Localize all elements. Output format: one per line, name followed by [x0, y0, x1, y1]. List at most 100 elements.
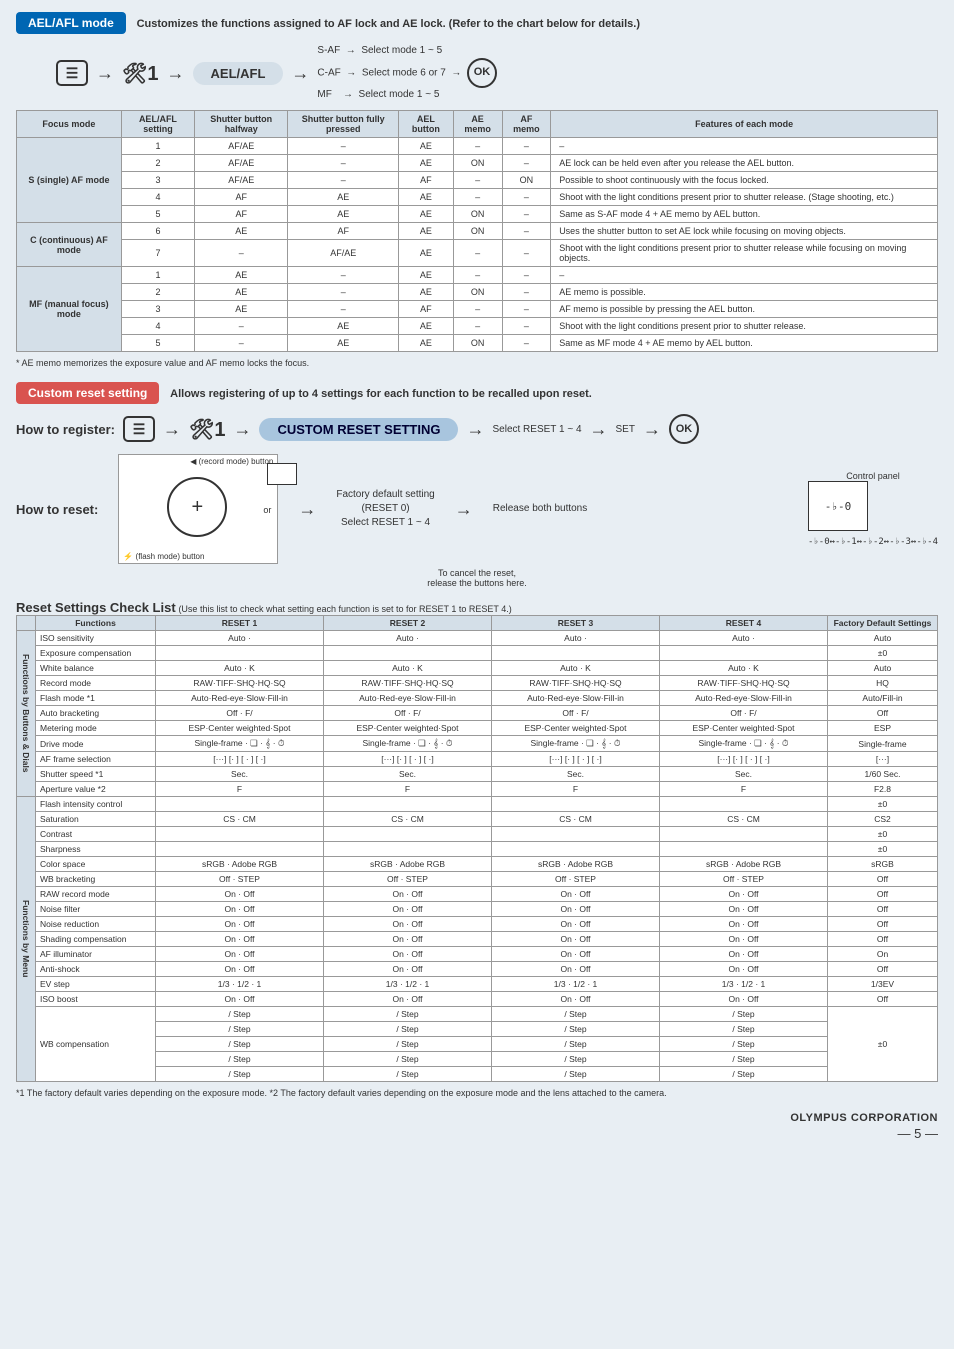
default-cell: 1/60 Sec. — [828, 767, 938, 782]
hdr-half: Shutter button halfway — [195, 111, 288, 138]
ael-cell: ON — [502, 172, 551, 189]
default-cell: ±0 — [828, 1007, 938, 1082]
reset-cell: On · Off — [660, 932, 828, 947]
reset-cell: On · Off — [492, 947, 660, 962]
menu-icon: ☰ — [123, 416, 155, 442]
func-cell: Shading compensation — [36, 932, 156, 947]
reset-cell: On · Off — [324, 932, 492, 947]
reset-cell: RAW·TIFF·SHQ·HQ·SQ — [324, 676, 492, 691]
reset-cell: ESP·Center weighted·Spot — [492, 721, 660, 736]
reset-cell: Off · F/ — [492, 706, 660, 721]
reset-cell: / Step — [660, 1067, 828, 1082]
ael-cell: – — [502, 318, 551, 335]
reset-cell: Off · F/ — [324, 706, 492, 721]
func-cell: Saturation — [36, 812, 156, 827]
reset-cell: On · Off — [324, 962, 492, 977]
reset-cell: sRGB · Adobe RGB — [324, 857, 492, 872]
reset-cell: On · Off — [660, 917, 828, 932]
features-cell: Shoot with the light conditions present … — [551, 189, 938, 206]
ael-cell: AF/AE — [195, 172, 288, 189]
reset-cell: / Step — [492, 1052, 660, 1067]
ael-cell: 3 — [121, 301, 194, 318]
ael-cell: AE — [195, 223, 288, 240]
ael-pill: AEL/AFL — [193, 62, 284, 85]
ael-cell: ON — [453, 223, 502, 240]
reset-cell: Off · STEP — [492, 872, 660, 887]
reset-cell: RAW·TIFF·SHQ·HQ·SQ — [156, 676, 324, 691]
reset-cell: On · Off — [492, 932, 660, 947]
features-cell: – — [551, 138, 938, 155]
default-cell: ±0 — [828, 797, 938, 812]
reset-cell: / Step — [660, 1022, 828, 1037]
reset-cell — [324, 827, 492, 842]
reset-cell: CS · CM — [156, 812, 324, 827]
reset-cell: RAW·TIFF·SHQ·HQ·SQ — [492, 676, 660, 691]
ael-cell: 6 — [121, 223, 194, 240]
reset-cell: / Step — [324, 1007, 492, 1022]
ael-cell: – — [502, 155, 551, 172]
func-cell: Drive mode — [36, 736, 156, 752]
hdr-r1: RESET 1 — [156, 616, 324, 631]
ael-cell: – — [453, 267, 502, 284]
reset-cell: Off · STEP — [156, 872, 324, 887]
hdr-r2: RESET 2 — [324, 616, 492, 631]
page-number: — 5 — — [16, 1126, 938, 1141]
ael-cell: – — [502, 240, 551, 267]
default-cell: Off — [828, 706, 938, 721]
ael-cell: AE — [399, 223, 454, 240]
reset-cell: Off · F/ — [156, 706, 324, 721]
ael-cell: AF/AE — [288, 240, 399, 267]
focus-mode-group: S (single) AF mode — [17, 138, 122, 223]
default-cell: Auto/Fill-in — [828, 691, 938, 706]
reset-cell: CS · CM — [492, 812, 660, 827]
reset-cell: Single-frame · ❏ · 𝄞 · ⏱ — [324, 736, 492, 752]
ael-desc: Customizes the functions assigned to AF … — [137, 18, 640, 30]
ok-button: OK — [467, 58, 497, 88]
saf-label: S-AF — [317, 45, 340, 56]
features-cell: AE memo is possible. — [551, 284, 938, 301]
ael-table: Focus mode AEL/AFL setting Shutter butto… — [16, 110, 938, 352]
reset-cell: On · Off — [156, 902, 324, 917]
func-cell: Contrast — [36, 827, 156, 842]
hdr-def: Factory Default Settings — [828, 616, 938, 631]
ael-cell: 4 — [121, 189, 194, 206]
ael-cell: AE — [399, 206, 454, 223]
reset-cell: Auto·Red-eye·Slow·Fill-in — [660, 691, 828, 706]
reset-cell — [492, 797, 660, 812]
func-cell: EV step — [36, 977, 156, 992]
reset-cell: / Step — [156, 1067, 324, 1082]
reset-cell: Auto·Red-eye·Slow·Fill-in — [156, 691, 324, 706]
default-cell: F2.8 — [828, 782, 938, 797]
default-cell: ±0 — [828, 646, 938, 661]
camera-dial-illustration: ◀ (record mode) button + ⚡ (flash mode) … — [118, 454, 278, 564]
ael-cell: – — [453, 189, 502, 206]
func-cell: Flash mode *1 — [36, 691, 156, 706]
reset-cell: Auto · K — [324, 661, 492, 676]
reset-cell: Single-frame · ❏ · 𝄞 · ⏱ — [492, 736, 660, 752]
caf-label: C-AF — [317, 68, 340, 79]
reset-cell: RAW·TIFF·SHQ·HQ·SQ — [660, 676, 828, 691]
ael-cell: – — [453, 301, 502, 318]
ael-cell: 5 — [121, 206, 194, 223]
reset-cell: CS · CM — [324, 812, 492, 827]
reset-cell: On · Off — [492, 917, 660, 932]
default-cell: 1/3EV — [828, 977, 938, 992]
reset-cell: / Step — [156, 1052, 324, 1067]
ael-cell: ON — [453, 284, 502, 301]
reset-cell: 1/3 · 1/2 · 1 — [492, 977, 660, 992]
arrow-icon: → — [643, 419, 661, 440]
default-cell: Off — [828, 962, 938, 977]
release-text: Release both buttons — [493, 502, 588, 516]
reset-cell: On · Off — [660, 947, 828, 962]
ael-cell: AE — [399, 155, 454, 172]
how-register-label: How to register: — [16, 422, 115, 437]
reset-cell: F — [156, 782, 324, 797]
sidebar-label: Functions by Menu — [17, 797, 36, 1082]
ael-cell: 1 — [121, 138, 194, 155]
hdr-r4: RESET 4 — [660, 616, 828, 631]
func-cell: Metering mode — [36, 721, 156, 736]
ael-cell: – — [502, 223, 551, 240]
default-cell: Off — [828, 932, 938, 947]
reset-cell: Auto·Red-eye·Slow·Fill-in — [492, 691, 660, 706]
wrench-icon: 🛠1 — [122, 61, 159, 86]
